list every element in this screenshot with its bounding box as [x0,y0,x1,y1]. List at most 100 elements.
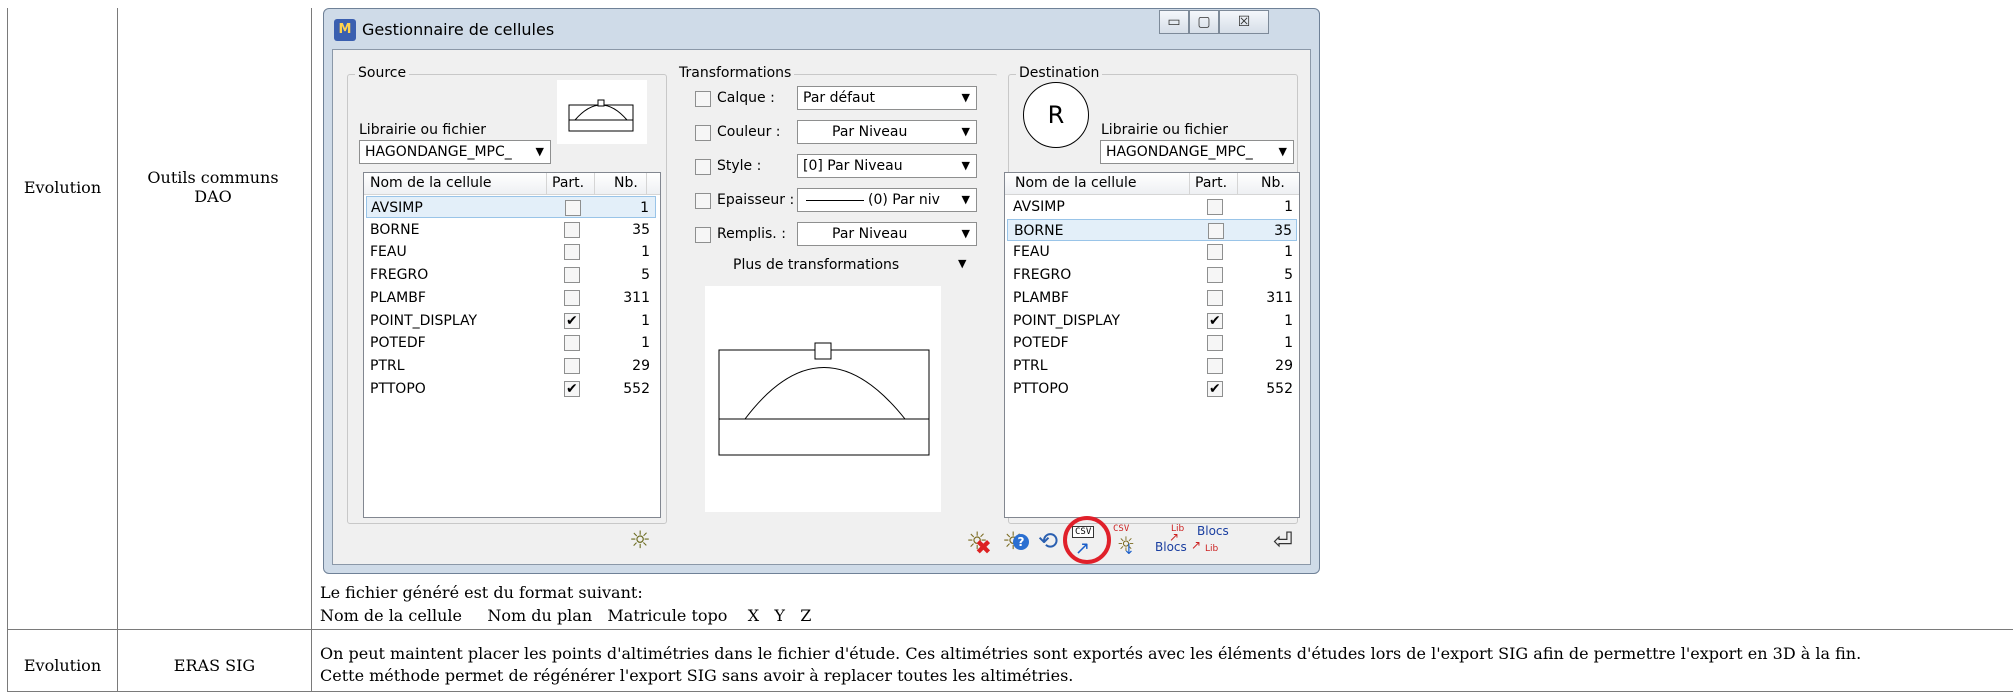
part-checkbox[interactable] [564,357,580,374]
style-label: Style : [717,158,762,174]
calque-checkbox[interactable] [695,91,711,107]
part-checkbox[interactable] [1208,222,1224,239]
source-preview [557,80,647,144]
list-item[interactable]: POTEDF 1 [1007,332,1297,354]
destination-group-label: Destination [1016,65,1103,81]
row2-module: ERAS SIG [173,656,256,675]
source-group-label: Source [355,65,410,81]
part-checkbox[interactable] [1207,267,1223,284]
list-item[interactable]: FREGRO 5 [366,264,656,286]
delete-cell-icon[interactable]: ☼ ✖ [961,526,993,559]
cell-count: 5 [641,267,650,284]
list-item[interactable]: PTTOPO 552 [366,378,656,400]
col-separator [594,173,595,194]
list-item[interactable]: PTRL 29 [1007,355,1297,377]
list-item[interactable]: BORNE 35 [366,219,656,241]
cell-count: 29 [1275,357,1293,374]
chevron-down-icon: ▼ [961,227,970,240]
list-item[interactable]: AVSIMP 1 [1007,196,1297,218]
part-checkbox[interactable] [1207,289,1223,306]
cell-name: POINT_DISPLAY [1013,312,1121,329]
close-button[interactable]: ☒ [1219,10,1269,34]
part-checkbox[interactable] [564,289,580,306]
remplis-checkbox[interactable] [695,227,711,243]
part-checkbox[interactable] [564,310,580,332]
part-checkbox[interactable] [1207,378,1223,400]
blocs-to-lib-label: Blocs [1155,540,1187,554]
col-part-header[interactable]: Part. [1195,175,1227,191]
destination-lib-value: HAGONDANGE_MPC_ [1106,144,1253,160]
cell-count: 35 [1274,222,1292,239]
return-icon[interactable]: ⏎ [1267,526,1299,556]
source-cell-list[interactable]: Nom de la cellule Part. Nb. AVSIMP 1 BORNE… [363,172,661,518]
part-checkbox[interactable] [1207,199,1223,215]
cell-name: PLAMBF [1013,289,1069,306]
col-part-header[interactable]: Part. [552,175,584,191]
row2-type: Evolution [23,656,102,675]
more-transformations-label[interactable]: Plus de transformations [733,257,899,273]
cell-count: 1 [640,200,649,216]
destination-cell-list[interactable]: Nom de la cellule Part. Nb. AVSIMP 1 BORNE… [1004,172,1300,518]
list-item[interactable]: FEAU 1 [366,241,656,263]
sun-icon[interactable]: ☼ [625,525,655,555]
cell-name: AVSIMP [1013,199,1065,215]
col-name-header[interactable]: Nom de la cellule [370,175,491,191]
col-separator [1189,173,1190,194]
maximize-button[interactable]: ▢ [1189,10,1219,34]
refresh-icon[interactable]: ⟲ [1033,526,1063,556]
style-select[interactable]: [0] Par Niveau ▼ [797,154,977,178]
part-checkbox[interactable] [564,244,580,261]
list-item[interactable]: AVSIMP 1 [366,196,656,218]
epaisseur-checkbox[interactable] [695,193,711,209]
more-transformations-arrow-icon[interactable]: ▼ [958,257,966,270]
cell-count: 311 [1266,289,1293,306]
couleur-select[interactable]: Par Niveau ▼ [797,120,977,144]
part-checkbox[interactable] [1207,335,1223,352]
part-checkbox[interactable] [1207,357,1223,374]
list-item[interactable]: BORNE 35 [1007,218,1297,241]
cell-count: 311 [623,289,650,306]
style-checkbox[interactable] [695,159,711,175]
style-value: [0] Par Niveau [803,158,903,174]
part-checkbox[interactable] [1207,310,1223,332]
epaisseur-value: (0) Par niv [868,192,940,208]
part-checkbox[interactable] [1207,244,1223,261]
part-checkbox[interactable] [564,378,580,400]
list-item[interactable]: PTTOPO 552 [1007,378,1297,400]
list-item[interactable]: PLAMBF 311 [1007,287,1297,309]
list-item[interactable]: PTRL 29 [366,355,656,377]
col-separator [646,173,647,194]
destination-preview: R [1023,82,1089,148]
epaisseur-select[interactable]: (0) Par niv ▼ [797,188,977,212]
list-item[interactable]: POINT_DISPLAY 1 [1007,310,1297,332]
destination-lib-select[interactable]: HAGONDANGE_MPC_ ▼ [1100,140,1294,164]
couleur-checkbox[interactable] [695,125,711,141]
list-item[interactable]: FEAU 1 [1007,241,1297,263]
remplis-select[interactable]: Par Niveau ▼ [797,222,977,246]
cell-count: 1 [1284,335,1293,352]
part-checkbox[interactable] [564,267,580,284]
chevron-down-icon: ▼ [1278,145,1287,158]
source-lib-select[interactable]: HAGONDANGE_MPC_ ▼ [359,140,551,164]
lib-to-blocs-button[interactable]: Blocs ↗ Lib [1191,524,1229,558]
minimize-button[interactable]: ▭ [1159,10,1189,34]
cell-help-icon[interactable]: ☼? [997,526,1029,556]
col-nb-header[interactable]: Nb. [1261,175,1285,191]
list-item[interactable]: PLAMBF 311 [366,287,656,309]
cell-name: PTTOPO [370,380,426,397]
calque-select[interactable]: Par défaut ▼ [797,86,977,110]
part-checkbox[interactable] [564,221,580,238]
csv-import-button[interactable]: CSV ☼ ↓ [1111,524,1143,558]
chevron-down-icon: ▼ [961,159,970,172]
blocs-to-lib-button[interactable]: Lib ↗ Blocs [1155,524,1189,558]
list-item[interactable]: POINT_DISPLAY 1 [366,310,656,332]
part-checkbox[interactable] [565,200,581,216]
cell-count: 1 [1284,199,1293,215]
col-nb-header[interactable]: Nb. [614,175,638,191]
list-item[interactable]: POTEDF 1 [366,332,656,354]
list-item[interactable]: FREGRO 5 [1007,264,1297,286]
part-checkbox[interactable] [564,335,580,352]
chevron-down-icon: ▼ [961,125,970,138]
col-name-header[interactable]: Nom de la cellule [1015,175,1136,191]
table-border-col3 [311,8,312,692]
